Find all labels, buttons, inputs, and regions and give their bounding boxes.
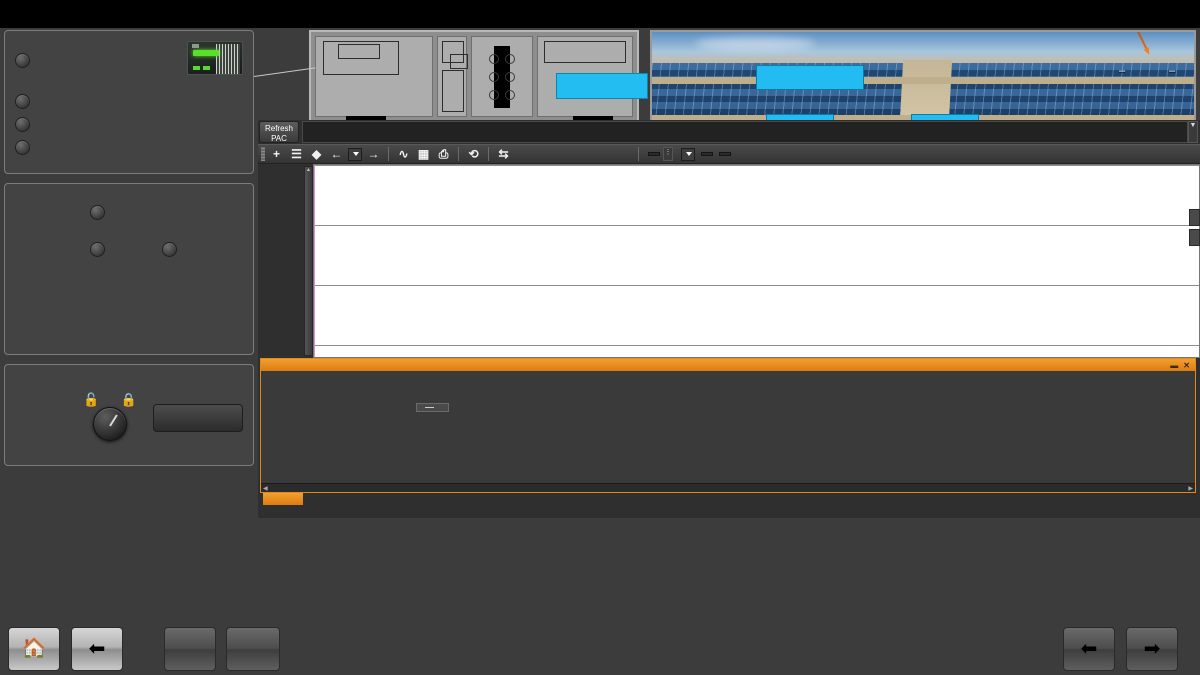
schematic-pane-qmt[interactable]	[315, 36, 433, 120]
misures-group	[4, 183, 254, 355]
tab-grid[interactable]	[1189, 209, 1200, 226]
battery-fault-row	[15, 117, 243, 132]
chart-tooltip	[416, 403, 449, 412]
close-icon[interactable]: ✕	[1183, 361, 1190, 370]
chart-y-axis	[258, 164, 304, 358]
inverters-box-label	[544, 41, 626, 63]
plus-icon[interactable]: +	[268, 146, 285, 163]
lock-knob[interactable]	[93, 407, 127, 441]
scroll-left-icon[interactable]: ◀	[263, 485, 268, 492]
variable-name-field[interactable]	[302, 121, 1188, 143]
system-fault-led	[15, 140, 30, 155]
legend-panel: ▬ ✕ ◀ ▶	[260, 358, 1196, 505]
bottom-button-bar: 🏠 ⬅ ⬅ ➡	[0, 625, 1200, 673]
grid-icon[interactable]: ▦	[415, 146, 432, 163]
sensor-failure-row	[15, 242, 243, 257]
zoom-month-button[interactable]	[595, 146, 612, 163]
chart-vertical-scrollbar[interactable]	[304, 166, 313, 356]
scroll-right-icon[interactable]: ▶	[1188, 485, 1193, 492]
nav-forward-button[interactable]: ➡	[1126, 627, 1178, 671]
max-records-stepper[interactable]: ⋮	[663, 147, 673, 161]
chevron-down-icon-2	[686, 152, 692, 156]
fit-width-icon[interactable]: ⇆	[495, 146, 512, 163]
misures-alarm-led-1	[89, 205, 105, 220]
home-icon: 🏠	[21, 638, 47, 660]
transformer-block	[489, 45, 515, 108]
compass-needle	[1133, 32, 1149, 53]
lock-icon: 🔒	[120, 392, 137, 407]
arrow-left-icon: ⬅	[88, 638, 106, 660]
legend-header: ▬ ✕	[261, 359, 1195, 371]
sensor-failure-led-2	[161, 242, 177, 257]
chart-cursor-line[interactable]	[314, 165, 315, 357]
minimize-icon[interactable]: ▬	[1170, 361, 1178, 370]
printer-icon[interactable]: ⎙	[435, 146, 452, 163]
set-group: 🔓 🔒	[4, 364, 254, 466]
trend-chart-section: Refresh PAC ▼ + ☰ ◆ ← → ∿ ▦ ⎙ ⟲ ⇆ ⋮ ▲ ▬ …	[258, 120, 1200, 518]
arrow-left-icon-nav: ⬅	[1080, 638, 1098, 660]
title-bar	[0, 0, 1200, 28]
variable-selection-bar: Refresh PAC ▼	[258, 120, 1200, 144]
alarms-history-button[interactable]	[226, 627, 280, 671]
compass-rose: – –	[1105, 32, 1189, 114]
arrow-right-icon[interactable]: →	[365, 146, 382, 163]
zoom-day-button[interactable]	[555, 146, 572, 163]
tag-icon[interactable]: ◆	[308, 146, 325, 163]
schematic-pane-inverters[interactable]	[537, 36, 648, 120]
arrow-left-icon[interactable]: ←	[328, 146, 345, 163]
battery-fault-led	[15, 117, 30, 132]
sensor-failure-led-1	[89, 242, 105, 257]
chart-canvas[interactable]	[313, 164, 1200, 358]
tooltip-dash-icon	[425, 407, 434, 408]
equals-icon[interactable]: ☰	[288, 146, 305, 163]
rtu-group	[4, 30, 254, 174]
schematic-connector-wire	[254, 67, 316, 77]
arrow-right-icon: ➡	[1143, 638, 1161, 660]
waveform-icon[interactable]: ∿	[395, 146, 412, 163]
rtu-comm-failure-led	[15, 53, 30, 68]
chart-toolbar[interactable]: + ☰ ◆ ← → ∿ ▦ ⎙ ⟲ ⇆ ⋮	[258, 144, 1200, 164]
tab-time-range[interactable]	[1189, 229, 1200, 246]
back-button[interactable]: ⬅	[71, 627, 123, 671]
substation-schematic[interactable]	[309, 30, 648, 123]
legend-horizontal-scrollbar[interactable]: ◀ ▶	[261, 483, 1195, 492]
power-supply-fault-led	[15, 94, 30, 109]
qmt-box	[323, 41, 399, 75]
rtu-device-image	[187, 41, 243, 75]
variable-spinner[interactable]: ▼	[1188, 121, 1198, 143]
irradiation-value-box	[756, 65, 864, 90]
chart-plot-area	[258, 164, 1200, 358]
zoom-minute-button[interactable]	[515, 146, 532, 163]
zoom-week-button[interactable]	[575, 146, 592, 163]
unlock-icon: 🔓	[83, 392, 100, 407]
reload-icon[interactable]: ⟲	[465, 146, 482, 163]
chart-series-svg	[314, 165, 1199, 357]
set-temperature-value[interactable]	[153, 404, 243, 432]
home-button[interactable]: 🏠	[8, 627, 60, 671]
system-fault-row	[15, 140, 243, 155]
power-supply-fault-row	[15, 94, 243, 109]
lock-knob-group[interactable]: 🔓 🔒	[77, 393, 143, 443]
compare-to-next-select[interactable]	[681, 147, 695, 161]
schematic-pane-transformer[interactable]	[471, 36, 533, 117]
left-column: 🔓 🔒	[4, 30, 254, 475]
legend-tab-button[interactable]	[263, 493, 303, 505]
misures-alarm-row	[15, 205, 243, 220]
inverter-cards	[0, 520, 1200, 618]
chart-side-tabs[interactable]	[1189, 209, 1200, 249]
end-date-input[interactable]	[719, 152, 731, 156]
chevron-down-icon	[353, 152, 359, 156]
start-date-input[interactable]	[701, 152, 713, 156]
refresh-pac-button[interactable]: Refresh PAC	[259, 121, 299, 143]
set-control-row: 🔓 🔒	[15, 393, 243, 443]
nav-back-button[interactable]: ⬅	[1063, 627, 1115, 671]
zoom-hour-button[interactable]	[535, 146, 552, 163]
max-records-input[interactable]	[648, 152, 660, 156]
alarms-button[interactable]	[164, 627, 216, 671]
range-select[interactable]	[348, 147, 362, 161]
toolbar-grip[interactable]	[261, 147, 265, 161]
zoom-year-button[interactable]	[615, 146, 632, 163]
schematic-pane-breakers[interactable]	[437, 36, 468, 117]
schematic-temperature-display	[556, 73, 648, 99]
